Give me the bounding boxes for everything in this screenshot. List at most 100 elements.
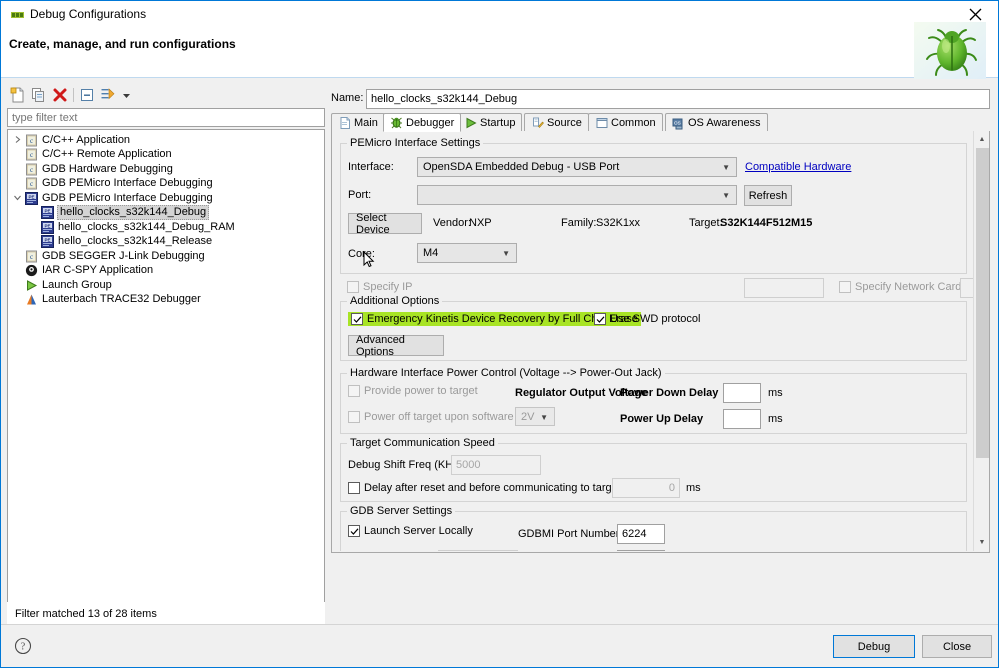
tree-item[interactable]: PE GDB PEMicro Interface Debugging [11, 191, 324, 206]
debug-shift-freq-value: 5000 [456, 459, 481, 471]
tab-source-label: Source [547, 117, 582, 129]
tab-main[interactable]: Main [331, 113, 385, 132]
provide-power-label: Provide power to target [364, 385, 478, 397]
red-x-icon[interactable] [51, 86, 69, 104]
filter-icon[interactable] [99, 86, 117, 104]
scroll-up-arrow-icon[interactable]: ▲ [974, 131, 989, 148]
tree-item-label: GDB SEGGER J-Link Debugging [42, 249, 205, 262]
refresh-button[interactable]: Refresh [744, 185, 792, 206]
port-combo[interactable]: ▼ [417, 185, 737, 205]
tree-item[interactable]: PE hello_clocks_s32k144_Debug [11, 205, 324, 221]
config-tabs: Main Debugger Startup Source Common OS O… [331, 113, 990, 132]
scrollbar-thumb[interactable] [976, 148, 989, 458]
tree-item[interactable]: c GDB SEGGER J-Link Debugging [11, 249, 324, 264]
c-file-icon: c [23, 162, 39, 176]
svg-text:c: c [29, 137, 32, 145]
gdbmi-port-input[interactable]: 6224 [617, 524, 665, 544]
specify-ip-label: Specify IP [363, 281, 413, 293]
select-device-button[interactable]: Select Device [348, 212, 422, 236]
tree-item[interactable]: c GDB PEMicro Interface Debugging [11, 177, 324, 192]
specify-network-card-ip-checkbox-row[interactable]: Specify Network Card IP [839, 281, 975, 293]
launch-server-locally-checkbox-row[interactable]: Launch Server Locally [348, 525, 473, 537]
tree-item[interactable]: Lauterbach TRACE32 Debugger [11, 293, 324, 308]
tab-os-awareness[interactable]: OS OS Awareness [665, 113, 768, 132]
interface-combo[interactable]: OpenSDA Embedded Debug - USB Port ▼ [417, 157, 737, 177]
vendor-value: NXP [469, 217, 492, 229]
power-up-delay-input[interactable] [723, 409, 761, 429]
close-button[interactable]: Close [922, 635, 992, 658]
tree-item[interactable]: c GDB Hardware Debugging [11, 162, 324, 177]
delay-after-reset-input[interactable]: 0 [612, 478, 680, 498]
advanced-options-button[interactable]: Advanced Options [348, 334, 444, 358]
expand-arrow-icon[interactable] [11, 193, 23, 204]
power-up-delay-unit: ms [768, 413, 783, 425]
tree-item[interactable]: Launch Group [11, 278, 324, 293]
tab-common-label: Common [611, 117, 656, 129]
tree-item[interactable]: PE hello_clocks_s32k144_Debug_RAM [11, 220, 324, 235]
mouse-cursor [363, 250, 375, 269]
delay-after-reset-checkbox-row[interactable]: Delay after reset and before communicati… [348, 482, 637, 494]
delay-after-reset-checkbox[interactable] [348, 482, 360, 494]
debugger-vertical-scrollbar[interactable]: ▲ ▼ [973, 131, 989, 551]
delay-after-reset-label: Delay after reset and before communicati… [364, 482, 637, 494]
c-file-icon: c [23, 148, 39, 162]
use-swd-protocol-checkbox-row[interactable]: Use SWD protocol [594, 313, 700, 325]
pemicro-group-title: PEMicro Interface Settings [347, 137, 484, 149]
hostname-input[interactable]: localhost [438, 550, 518, 551]
power-down-delay-unit: ms [768, 387, 783, 399]
scroll-down-arrow-icon[interactable]: ▼ [974, 534, 989, 551]
specify-ip-checkbox[interactable] [347, 281, 359, 293]
compatible-hardware-link[interactable]: Compatible Hardware [745, 161, 851, 173]
green-bug-icon [914, 22, 986, 84]
header-subtitle: Create, manage, and run configurations [9, 37, 236, 51]
provide-power-checkbox-row[interactable]: Provide power to target [348, 385, 478, 397]
launch-server-locally-label: Launch Server Locally [364, 525, 473, 537]
specify-network-card-ip-checkbox[interactable] [839, 281, 851, 293]
launch-config-tree[interactable]: c C/C++ Application c C/C++ Remote Applicat… [7, 129, 325, 628]
provide-power-checkbox[interactable] [348, 385, 360, 397]
server-port-input[interactable]: 7224 [617, 550, 665, 551]
pemicro-icon: PE [39, 235, 55, 249]
svg-text:c: c [29, 166, 32, 174]
tree-item[interactable]: c C/C++ Application [11, 133, 324, 148]
power-off-exit-checkbox-row[interactable]: Power off target upon software exit [348, 411, 534, 423]
target-speed-group-title: Target Communication Speed [347, 437, 498, 449]
chevron-down-icon[interactable] [117, 86, 135, 104]
tab-main-label: Main [354, 117, 378, 129]
debug-button[interactable]: Debug [833, 635, 915, 658]
filter-input[interactable] [7, 108, 325, 127]
specify-network-card-ip-label: Specify Network Card IP [855, 281, 975, 293]
tree-item-label: Lauterbach TRACE32 Debugger [42, 293, 201, 306]
name-input[interactable] [366, 89, 990, 109]
specify-ip-checkbox-row[interactable]: Specify IP [347, 281, 413, 293]
tree-item-label: hello_clocks_s32k144_Debug [57, 205, 210, 221]
collapse-arrow-icon[interactable] [11, 135, 23, 146]
tree-item[interactable]: PE hello_clocks_s32k144_Release [11, 235, 324, 250]
tab-startup[interactable]: Startup [457, 113, 523, 132]
power-off-exit-checkbox[interactable] [348, 411, 360, 423]
tree-item[interactable]: c C/C++ Remote Application [11, 148, 324, 163]
collapse-all-icon[interactable] [78, 86, 96, 104]
tab-source[interactable]: Source [524, 113, 589, 132]
chevron-down-icon: ▼ [540, 413, 548, 422]
debug-shift-freq-input[interactable]: 5000 [451, 455, 541, 475]
copy-icon[interactable] [30, 86, 48, 104]
launch-server-locally-checkbox[interactable] [348, 525, 360, 537]
power-down-delay-input[interactable] [723, 383, 761, 403]
debug-label: Debug [857, 640, 891, 653]
tab-common[interactable]: Common [588, 113, 663, 132]
window-icon [595, 117, 608, 130]
regulator-output-voltage-combo[interactable]: 2V ▼ [515, 407, 555, 426]
tree-item-label: GDB PEMicro Interface Debugging [42, 177, 213, 190]
emergency-recovery-checkbox[interactable] [351, 313, 363, 325]
new-document-icon[interactable] [9, 86, 27, 104]
pemicro-icon: PE [23, 191, 39, 205]
tree-item[interactable]: IAR C-SPY Application [11, 264, 324, 279]
interface-value: OpenSDA Embedded Debug - USB Port [423, 161, 620, 173]
use-swd-protocol-checkbox[interactable] [594, 313, 606, 325]
specify-ip-input[interactable] [744, 278, 824, 298]
question-mark-icon[interactable]: ? [14, 637, 32, 655]
tab-debugger[interactable]: Debugger [383, 113, 462, 132]
core-combo[interactable]: M4 ▼ [417, 243, 517, 263]
pemicro-icon: PE [39, 220, 55, 234]
